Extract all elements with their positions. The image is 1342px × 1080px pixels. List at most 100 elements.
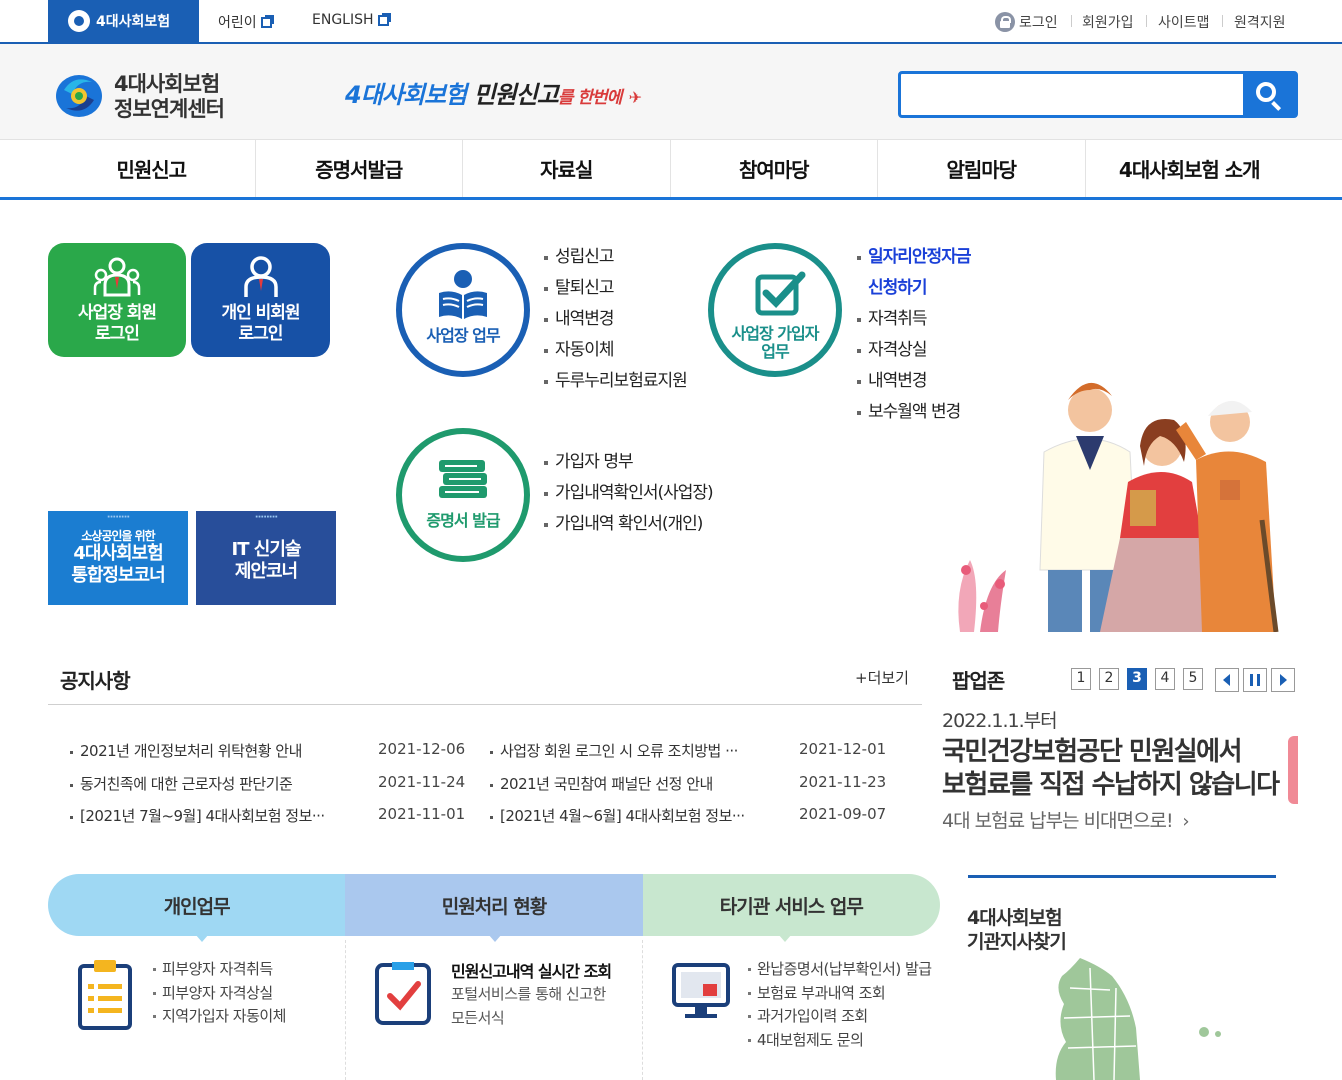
workers-illustration <box>958 382 1279 632</box>
tab-status[interactable]: 민원처리 현황 <box>345 874 643 936</box>
kids-link[interactable]: 어린이 <box>218 12 274 32</box>
member-work-line-2: 업무 <box>761 342 789 361</box>
popup-prev-button[interactable] <box>1215 668 1239 692</box>
slogan-part-3: 를 한번에 <box>557 88 622 108</box>
popup-subtext[interactable]: 4대 보험료 납부는 비대면으로! › <box>942 806 1190 833</box>
divider <box>642 940 643 1080</box>
main-nav: 민원신고 증명서발급 자료실 참여마당 알림마당 4대사회보험 소개 <box>48 140 1342 200</box>
list-item[interactable]: 가입내역 확인서(개인) <box>543 510 713 541</box>
popup-page-4[interactable]: 4 <box>1155 668 1175 690</box>
korea-map-icon[interactable] <box>1050 958 1160 1080</box>
notice-item[interactable]: 2021년 개인정보처리 위탁현황 안내 <box>70 740 302 761</box>
site-logo-text[interactable]: 4대사회보험 정보연계센터 <box>114 72 225 122</box>
list-item[interactable]: 자동이체 <box>543 336 687 367</box>
job-stability-fund-link-line-2[interactable]: 신청하기 <box>856 274 970 305</box>
join-link[interactable]: 회원가입 <box>1082 12 1134 32</box>
tab-personal[interactable]: 개인업무 <box>48 874 346 936</box>
english-link-label: ENGLISH <box>312 12 374 28</box>
banner-2-line-2: 제안코너 <box>234 561 298 582</box>
site-logo-icon[interactable] <box>54 70 104 120</box>
certificate-issue-label: 증명서 발급 <box>426 511 500 530</box>
brand-tab[interactable]: 4대사회보험 <box>48 0 199 42</box>
notice-item[interactable]: 동거친족에 대한 근로자성 판단기준 <box>69 773 293 794</box>
personal-login-button[interactable]: 개인 비회원 로그인 <box>191 243 330 357</box>
brand-tab-label: 4대사회보험 <box>96 14 171 30</box>
nav-item-about[interactable]: 4대사회보험 소개 <box>1086 140 1294 197</box>
branch-finder-title[interactable]: 4대사회보험 기관지사찾기 <box>967 906 1067 954</box>
popup-pause-button[interactable] <box>1243 668 1267 692</box>
tab-pointer <box>778 934 792 942</box>
book-stack-icon <box>439 460 487 498</box>
popup-page-5[interactable]: 5 <box>1183 668 1203 690</box>
member-work-button[interactable]: 사업장 가입자 업무 <box>708 243 842 377</box>
reading-person-icon <box>439 270 487 319</box>
nav-item-library[interactable]: 자료실 <box>463 140 671 197</box>
external-link-icon <box>377 12 391 26</box>
it-proposal-banner[interactable]: ········ IT 신기술 제안코너 <box>196 511 336 605</box>
list-item[interactable]: 4대보험제도 문의 <box>747 1029 932 1053</box>
nav-item-notice[interactable]: 알림마당 <box>878 140 1086 197</box>
business-login-button[interactable]: 사업장 회원 로그인 <box>48 243 186 357</box>
remote-support-link[interactable]: 원격지원 <box>1234 12 1286 32</box>
small-business-info-banner[interactable]: ········ 소상공인을 위한 4대사회보험 통합정보코너 <box>48 511 188 605</box>
popup-page-2[interactable]: 2 <box>1099 668 1119 690</box>
search-input[interactable] <box>905 78 1240 111</box>
list-item[interactable]: 탈퇴신고 <box>543 274 687 305</box>
notice-item[interactable]: 2021년 국민참여 패널단 선정 안내 <box>490 773 713 794</box>
nav-item-certificate[interactable]: 증명서발급 <box>256 140 463 197</box>
notice-date: 2021-11-01 <box>378 805 466 823</box>
list-item[interactable]: 지역가입자 자동이체 <box>152 1005 286 1029</box>
banner-2-line-1: IT 신기술 <box>231 539 302 560</box>
pause-icon <box>1250 674 1260 686</box>
checkbox-icon <box>755 271 806 316</box>
list-item[interactable]: 자격취득 <box>856 305 970 336</box>
search-button[interactable] <box>1243 74 1295 115</box>
monitor-icon <box>672 963 730 1018</box>
job-stability-fund-link[interactable]: 일자리안정자금 <box>856 243 971 274</box>
chevron-right-icon: › <box>1177 811 1189 832</box>
list-item[interactable]: 완납증명서(납부확인서) 발급 <box>747 958 932 982</box>
business-work-button[interactable]: 사업장 업무 <box>396 243 530 377</box>
nav-item-report[interactable]: 민원신고 <box>48 140 256 197</box>
search-icon <box>1256 82 1276 102</box>
certificate-issue-button[interactable]: 증명서 발급 <box>396 428 530 562</box>
popup-page-3[interactable]: 3 <box>1127 668 1147 690</box>
login-link[interactable]: 로그인 <box>1019 12 1058 32</box>
branch-title-line-1: 4대사회보험 <box>967 907 1063 929</box>
kids-link-label: 어린이 <box>218 15 257 31</box>
tab-other-agency[interactable]: 타기관 서비스 업무 <box>642 874 940 936</box>
list-item[interactable]: 내역변경 <box>543 305 687 336</box>
notice-item[interactable]: 사업장 회원 로그인 시 오류 조치방법 ··· <box>490 740 738 761</box>
list-item[interactable]: 보험료 부과내역 조회 <box>747 982 932 1006</box>
popup-headline[interactable]: 국민건강보험공단 민원실에서 보험료를 직접 수납하지 않습니다 <box>942 736 1280 802</box>
status-realtime-title[interactable]: 민원신고내역 실시간 조회 <box>451 958 612 982</box>
nav-item-participation[interactable]: 참여마당 <box>671 140 878 197</box>
list-item[interactable]: 과거가입이력 조회 <box>747 1005 932 1029</box>
popup-page-1[interactable]: 1 <box>1071 668 1091 690</box>
list-item[interactable]: 성립신고 <box>543 243 687 274</box>
popup-next-button[interactable] <box>1271 668 1295 692</box>
sitemap-link[interactable]: 사이트맵 <box>1158 12 1210 32</box>
status-desc-line-2: 모든서식 <box>451 1009 505 1027</box>
island-map-icon <box>1199 1027 1221 1037</box>
notice-item[interactable]: [2021년 4월~6월] 4대사회보험 정보··· <box>490 805 745 826</box>
list-item[interactable]: 가입내역확인서(사업장) <box>543 479 714 510</box>
list-item[interactable]: 피부양자 자격상실 <box>152 982 286 1006</box>
other-agency-list: 완납증명서(납부확인서) 발급 보험료 부과내역 조회 과거가입이력 조회 4대… <box>747 958 932 1052</box>
list-item[interactable]: 피부양자 자격취득 <box>152 958 286 982</box>
notice-item[interactable]: [2021년 7월~9월] 4대사회보험 정보··· <box>70 805 325 826</box>
notice-date: 2021-11-23 <box>799 773 887 791</box>
list-item[interactable]: 가입자 명부 <box>543 448 713 479</box>
banner-dots: ········ <box>106 512 130 523</box>
business-work-list: 성립신고 탈퇴신고 내역변경 자동이체 두루누리보험료지원 <box>543 243 688 398</box>
notice-more-link[interactable]: +더보기 <box>855 667 909 688</box>
list-item[interactable]: 두루누리보험료지원 <box>543 367 688 398</box>
english-link[interactable]: ENGLISH <box>312 12 391 28</box>
business-work-label: 사업장 업무 <box>426 326 500 345</box>
popup-date: 2022.1.1.부터 <box>942 710 1058 732</box>
divider <box>1071 15 1072 27</box>
lock-icon <box>995 12 1015 32</box>
divider <box>968 875 1276 878</box>
list-item[interactable]: 자격상실 <box>856 336 970 367</box>
triangle-left-icon <box>1223 674 1230 686</box>
